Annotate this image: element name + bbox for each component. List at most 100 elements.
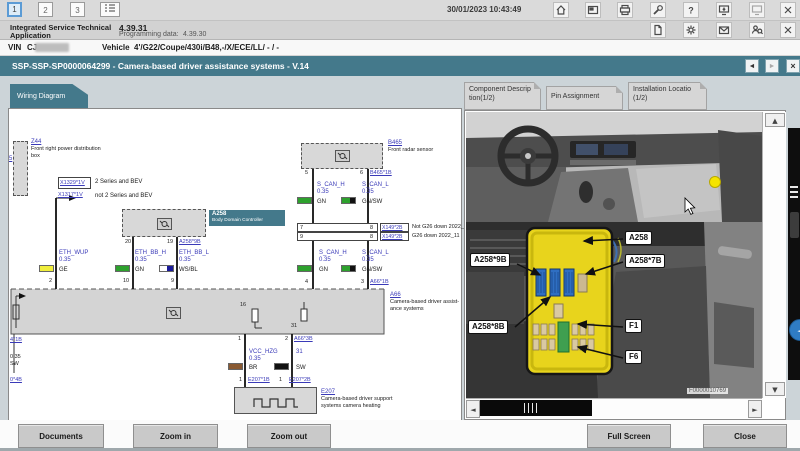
wire-eth-bb-h-gauge: 0.35 <box>135 257 147 263</box>
wire-s-can-l-color-2: GN/SW <box>362 267 383 273</box>
tab-pin-assignment[interactable]: Pin Assignment <box>546 86 623 110</box>
e207-desc-line1: Camera-based driver support <box>321 396 393 402</box>
scrollbar-thumb[interactable] <box>480 400 592 416</box>
svg-text:?: ? <box>688 6 694 16</box>
close-document-icon[interactable]: × <box>786 59 800 73</box>
a66-pin-2: 2 <box>49 278 53 284</box>
x1329-code-link[interactable]: X1329*1V <box>60 180 85 187</box>
a66-can-connector-link[interactable]: A66*1B <box>370 279 389 286</box>
a66-pin-9: 9 <box>171 278 175 284</box>
x149-row2-connector-link[interactable]: X149*2B <box>382 234 402 241</box>
x1317-code-link[interactable]: X1317*1V <box>58 192 83 199</box>
tab-component-description[interactable]: Component Descrip tion(1/2) <box>464 82 541 110</box>
a66-pin-31: 31 <box>291 323 298 329</box>
top-toolbar: 1 2 3 30/01/2023 10:43:49 ? <box>0 0 800 21</box>
gear-icon[interactable] <box>683 22 699 38</box>
x149-row1-connector-box[interactable]: X149*2B <box>380 223 409 232</box>
installation-location-photo[interactable]: A258 A258*9B A258*7B A258*8B F1 F6 F0000… <box>466 112 762 398</box>
scroll-right-icon[interactable]: ► <box>748 400 762 418</box>
wire-color-swatch-gnsw <box>341 197 356 204</box>
green-relay <box>557 321 570 353</box>
wiring-diagram-panel[interactable]: 5 Z44 Front right power distribution box… <box>8 108 470 422</box>
workflow-tab-2[interactable]: 2 <box>38 2 53 17</box>
x1329-note: 2 Series and BEV <box>95 179 143 185</box>
thumb-grip <box>524 403 538 413</box>
wire-eth-bb-l-name: ETH_BB_L <box>179 250 210 256</box>
monitor-icon[interactable] <box>749 2 765 18</box>
zoom-out-button[interactable]: Zoom out <box>247 424 331 448</box>
wire-color-swatch-br <box>228 363 243 370</box>
tab-installation-location[interactable]: Installation Locatio (1/2) <box>628 82 707 110</box>
a66-ecu-box <box>10 288 385 335</box>
e207-connector2-link[interactable]: E207*2B <box>289 377 311 384</box>
close-button[interactable]: Close <box>703 424 787 448</box>
scroll-down-icon[interactable]: ▼ <box>765 382 785 396</box>
workflow-tab-1[interactable]: 1 <box>7 2 22 17</box>
home-icon[interactable] <box>553 2 569 18</box>
e207-desc-line2: systems camera heating <box>321 403 381 409</box>
tab-installation-location-line2: (1/2) <box>633 94 648 102</box>
forward-icon[interactable]: ► <box>765 59 779 73</box>
e207-connector1-link[interactable]: E207*1B <box>248 377 270 384</box>
tab-installation-location-line1: Installation Locatio <box>633 86 691 93</box>
close-session-icon[interactable] <box>780 22 796 38</box>
wrench-icon[interactable] <box>650 2 666 18</box>
vehicle-bar: VIN CJ Vehicle 4'/G22/Coupe/430i/B48,-/X… <box>0 40 800 56</box>
x1329-connector-box[interactable]: X1329*1V <box>58 177 91 189</box>
a66-code-link[interactable]: A66 <box>390 292 401 299</box>
user-search-icon[interactable] <box>749 22 765 38</box>
tab-component-description-line2: tion(1/2) <box>469 94 495 102</box>
x149-row2-connector-box[interactable]: X149*2B <box>380 232 409 241</box>
workflow-tab-3[interactable]: 3 <box>70 2 85 17</box>
app-window-icon[interactable] <box>585 2 601 18</box>
a66-heat-connector-link[interactable]: A66*3B <box>294 336 313 343</box>
workflow-list-icon[interactable] <box>100 2 120 17</box>
stub-connector-top-link[interactable]: 4*1B <box>10 337 22 344</box>
scroll-left-icon[interactable]: ◄ <box>466 400 480 418</box>
close-window-icon[interactable] <box>780 2 796 18</box>
b465-code-link[interactable]: B465 <box>388 140 402 147</box>
x149-row1-connector-link[interactable]: X149*2B <box>382 225 402 232</box>
vertical-scrollbar[interactable]: ▲ ▼ <box>762 112 786 398</box>
a258-connector-link[interactable]: A258*9B <box>179 239 201 246</box>
x149-row-1 <box>297 223 378 232</box>
tab-component-description-line1: Component Descrip <box>469 86 531 93</box>
a258-component-box[interactable] <box>122 209 206 237</box>
full-screen-button[interactable]: Full Screen <box>587 424 671 448</box>
e207-component-box[interactable] <box>234 387 317 414</box>
app-title-line2: Application <box>10 31 51 40</box>
z44-component-box[interactable] <box>13 141 28 196</box>
callout-label-a258-8b: A258*8B <box>468 320 509 334</box>
wire-eth-wup-name: ETH_WUP <box>59 250 89 256</box>
printer-icon[interactable] <box>617 2 633 18</box>
scroll-up-icon[interactable]: ▲ <box>765 113 785 127</box>
wire-kl31-color: SW <box>296 365 306 371</box>
z44-code-link[interactable]: Z44 <box>31 139 41 146</box>
tab-pin-assignment-label: Pin Assignment <box>551 93 600 100</box>
side-thumbnail-strip[interactable] <box>788 128 800 380</box>
e207-pin-1b: 1 <box>279 377 283 383</box>
wire-kl31-name: 31 <box>296 349 303 355</box>
wire-s-can-l-color: GN/SW <box>362 199 383 205</box>
monitor-download-icon[interactable] <box>716 2 732 18</box>
wire-s-can-h-gauge-2: 0.35 <box>319 257 331 263</box>
help-icon[interactable]: ? <box>683 2 699 18</box>
a258-pin-19: 19 <box>167 239 174 245</box>
footer-bar: Documents Zoom in Zoom out Full Screen C… <box>0 420 800 448</box>
e207-code-link[interactable]: E207 <box>321 389 335 396</box>
wiring-lines-layer <box>10 169 385 387</box>
back-icon[interactable]: ◄ <box>745 59 759 73</box>
wire-s-can-l-name: S_CAN_L <box>362 182 389 188</box>
stub-gauge: 0.35 <box>10 354 21 360</box>
zoom-in-button[interactable]: Zoom in <box>133 424 218 448</box>
callout-label-a258-9b: A258*9B <box>470 253 511 267</box>
report-icon[interactable] <box>650 22 666 38</box>
tab-wiring-diagram[interactable]: Wiring Diagram <box>10 84 88 108</box>
documents-button[interactable]: Documents <box>18 424 104 448</box>
stub-connector-bottom-link[interactable]: 0*4B <box>10 377 22 384</box>
b465-connector-link[interactable]: B465*1B <box>370 170 392 177</box>
envelope-icon[interactable] <box>716 22 732 38</box>
z44-pin: 5 <box>9 156 13 162</box>
b465-component-box[interactable] <box>301 143 383 169</box>
wire-eth-wup-color: GE <box>59 267 68 273</box>
